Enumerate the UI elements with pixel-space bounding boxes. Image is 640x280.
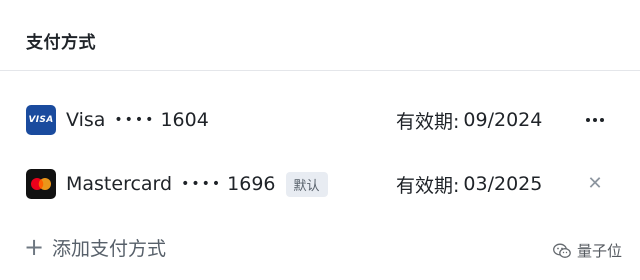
expiry-value: 09/2024 <box>463 109 543 131</box>
card-brand-name: Mastercard <box>66 173 173 195</box>
remove-card-button[interactable]: ✕ <box>580 167 610 201</box>
section-title: 支付方式 <box>26 33 96 53</box>
expiry-label: 有效期: <box>396 110 460 133</box>
card-masked-digits: •••• <box>181 176 223 192</box>
default-badge: 默认 <box>285 171 328 197</box>
expiry-label: 有效期: <box>396 174 460 197</box>
divider <box>0 70 640 71</box>
payment-method-row-mastercard: Mastercard •••• 1696 默认 有效期: 03/2025 ✕ <box>26 167 610 201</box>
plus-icon: + <box>24 233 45 261</box>
add-payment-method-label: 添加支付方式 <box>52 237 167 260</box>
expiry-value: 03/2025 <box>463 173 543 195</box>
wechat-icon <box>553 243 571 258</box>
close-icon: ✕ <box>587 173 603 194</box>
card-last4: 1696 <box>227 173 276 195</box>
card-expiry: 有效期: 09/2024 <box>396 103 542 137</box>
payment-method-row-visa: VISA Visa •••• 1604 有效期: 09/2024 <box>26 103 610 137</box>
visa-logo-text: VISA <box>28 115 54 125</box>
watermark-text: 量子位 <box>576 242 622 260</box>
mastercard-circles-icon <box>31 178 51 190</box>
card-expiry: 有效期: 03/2025 <box>396 167 542 201</box>
more-horizontal-icon <box>586 118 604 122</box>
visa-logo-icon: VISA <box>26 105 56 135</box>
card-last4: 1604 <box>160 109 209 131</box>
card-brand-name: Visa <box>66 109 106 131</box>
more-options-button[interactable] <box>580 103 610 137</box>
card-masked-digits: •••• <box>114 112 156 128</box>
mastercard-logo-icon <box>26 169 56 199</box>
watermark: 量子位 <box>553 240 622 261</box>
add-payment-method-button[interactable]: + 添加支付方式 <box>24 230 166 264</box>
